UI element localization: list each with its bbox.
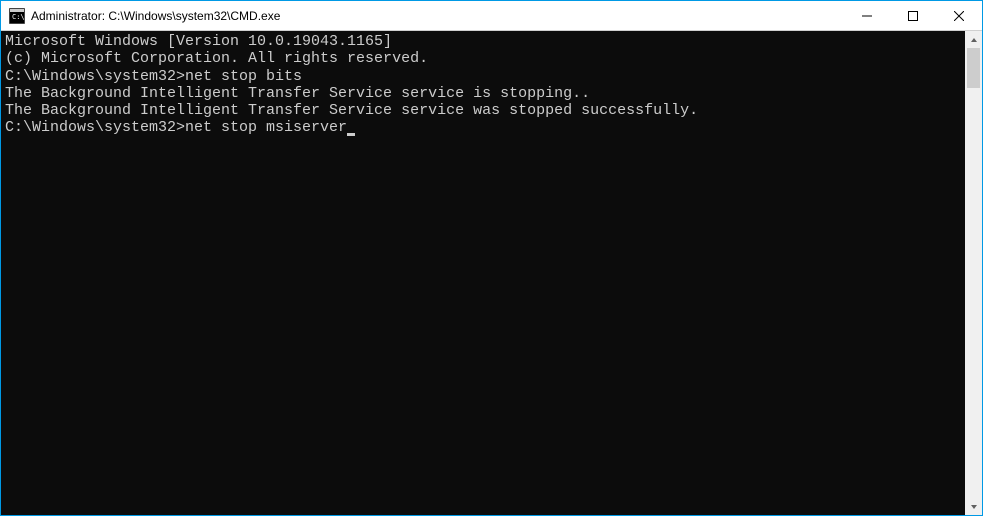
terminal-content[interactable]: Microsoft Windows [Version 10.0.19043.11… [1,31,965,515]
minimize-button[interactable] [844,1,890,30]
titlebar[interactable]: C:\ Administrator: C:\Windows\system32\C… [1,1,982,31]
cmd-icon: C:\ [9,8,25,24]
terminal-line: (c) Microsoft Corporation. All rights re… [5,50,961,67]
cmd-window: C:\ Administrator: C:\Windows\system32\C… [0,0,983,516]
scroll-down-arrow-icon[interactable] [965,498,982,515]
terminal-line: Microsoft Windows [Version 10.0.19043.11… [5,33,961,50]
terminal-area: Microsoft Windows [Version 10.0.19043.11… [1,31,982,515]
terminal-prompt-line: C:\Windows\system32>net stop bits [5,68,961,85]
scroll-up-arrow-icon[interactable] [965,31,982,48]
prompt-path: C:\Windows\system32> [5,119,185,136]
scrollbar-track[interactable] [965,48,982,498]
scrollbar-thumb[interactable] [967,48,980,88]
prompt-command: net stop bits [185,68,302,85]
prompt-path: C:\Windows\system32> [5,68,185,85]
close-button[interactable] [936,1,982,30]
prompt-command: net stop msiserver [185,119,347,136]
window-controls [844,1,982,30]
terminal-output: The Background Intelligent Transfer Serv… [5,85,961,102]
terminal-prompt-line: C:\Windows\system32>net stop msiserver [5,119,961,136]
terminal-output: The Background Intelligent Transfer Serv… [5,102,961,119]
window-title: Administrator: C:\Windows\system32\CMD.e… [31,9,844,23]
svg-text:C:\: C:\ [12,13,25,21]
vertical-scrollbar[interactable] [965,31,982,515]
cursor [347,133,355,136]
maximize-button[interactable] [890,1,936,30]
